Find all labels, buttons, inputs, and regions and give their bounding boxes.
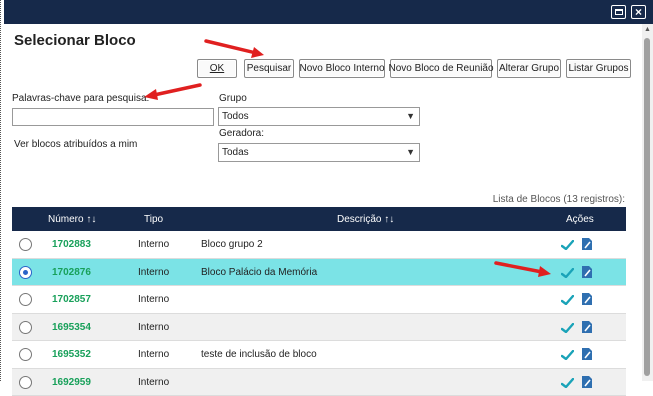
edit-document-icon[interactable] bbox=[581, 320, 593, 334]
table-caption: Lista de Blocos (13 registros): bbox=[420, 194, 625, 205]
row-radio[interactable] bbox=[19, 238, 32, 251]
row-radio[interactable] bbox=[19, 348, 32, 361]
include-in-block-icon[interactable] bbox=[561, 240, 574, 250]
search-button-label: Pesquisar bbox=[247, 63, 291, 74]
include-in-block-icon[interactable] bbox=[561, 323, 574, 333]
table-row[interactable]: 1702857 Interno bbox=[12, 286, 626, 314]
ok-button-label: OK bbox=[210, 63, 224, 74]
ok-button[interactable]: OK bbox=[197, 59, 237, 78]
new-meeting-block-button[interactable]: Novo Bloco de Reunião bbox=[390, 59, 492, 78]
block-type: Interno bbox=[138, 294, 169, 305]
keywords-input[interactable] bbox=[12, 108, 214, 126]
table-body: 1702883 Interno Bloco grupo 2 1702876 Intern… bbox=[12, 231, 626, 396]
edit-document-icon[interactable] bbox=[581, 292, 593, 306]
header-type: Tipo bbox=[144, 214, 163, 225]
list-groups-button[interactable]: Listar Grupos bbox=[566, 59, 631, 78]
new-meeting-block-label: Novo Bloco de Reunião bbox=[388, 63, 493, 74]
block-description: Bloco Palácio da Memória bbox=[201, 267, 317, 278]
include-in-block-icon[interactable] bbox=[561, 378, 574, 388]
header-actions: Ações bbox=[566, 214, 594, 225]
block-number-link[interactable]: 1702883 bbox=[52, 239, 91, 250]
block-type: Interno bbox=[138, 239, 169, 250]
table-row[interactable]: 1692959 Interno bbox=[12, 369, 626, 396]
annotation-arrow bbox=[204, 38, 266, 60]
group-label: Grupo bbox=[219, 93, 247, 104]
block-description: teste de inclusão de bloco bbox=[201, 349, 317, 360]
sort-icon[interactable]: ↑↓ bbox=[384, 214, 394, 225]
keywords-label: Palavras-chave para pesquisa: bbox=[12, 93, 149, 104]
page-title: Selecionar Bloco bbox=[14, 32, 136, 49]
maximize-icon[interactable] bbox=[611, 5, 626, 19]
generator-select[interactable]: Todas ▼ bbox=[218, 143, 420, 162]
block-number-link[interactable]: 1695354 bbox=[52, 322, 91, 333]
chevron-down-icon: ▼ bbox=[406, 111, 415, 121]
edit-document-icon[interactable] bbox=[581, 375, 593, 389]
edit-document-icon[interactable] bbox=[581, 265, 593, 279]
annotation-arrow bbox=[494, 260, 554, 280]
table-row[interactable]: 1702883 Interno Bloco grupo 2 bbox=[12, 231, 626, 259]
header-number-label: Número bbox=[48, 214, 84, 225]
group-select[interactable]: Todos ▼ bbox=[218, 107, 420, 126]
block-type: Interno bbox=[138, 322, 169, 333]
group-select-value: Todos bbox=[222, 111, 249, 122]
block-description: Bloco grupo 2 bbox=[201, 239, 263, 250]
dialog-window: × Selecionar Bloco OK Pesquisar Novo Blo… bbox=[0, 0, 653, 381]
block-number-link[interactable]: 1702876 bbox=[52, 267, 91, 278]
block-number-link[interactable]: 1702857 bbox=[52, 294, 91, 305]
assigned-to-me-link[interactable]: Ver blocos atribuídos a mim bbox=[14, 139, 137, 150]
blocks-table: Número ↑↓ Tipo Descrição ↑↓ Ações 170288… bbox=[12, 207, 626, 396]
block-type: Interno bbox=[138, 267, 169, 278]
new-internal-block-button[interactable]: Novo Bloco Interno bbox=[299, 59, 385, 78]
include-in-block-icon[interactable] bbox=[561, 268, 574, 278]
row-radio[interactable] bbox=[19, 376, 32, 389]
row-radio[interactable] bbox=[19, 266, 32, 279]
scroll-up-icon[interactable]: ▲ bbox=[643, 26, 652, 34]
header-description-label: Descrição bbox=[337, 214, 381, 225]
generator-select-value: Todas bbox=[222, 147, 249, 158]
annotation-arrow bbox=[142, 82, 202, 102]
new-internal-block-label: Novo Bloco Interno bbox=[299, 63, 384, 74]
sort-icon[interactable]: ↑↓ bbox=[86, 214, 96, 225]
chevron-down-icon: ▼ bbox=[406, 147, 415, 157]
block-type: Interno bbox=[138, 377, 169, 388]
generator-label: Geradora: bbox=[219, 128, 264, 139]
table-header: Número ↑↓ Tipo Descrição ↑↓ Ações bbox=[12, 207, 626, 231]
row-radio[interactable] bbox=[19, 321, 32, 334]
table-row[interactable]: 1695354 Interno bbox=[12, 314, 626, 342]
include-in-block-icon[interactable] bbox=[561, 350, 574, 360]
close-icon[interactable]: × bbox=[631, 5, 646, 19]
block-number-link[interactable]: 1692959 bbox=[52, 377, 91, 388]
row-radio[interactable] bbox=[19, 293, 32, 306]
block-type: Interno bbox=[138, 349, 169, 360]
alter-group-button[interactable]: Alterar Grupo bbox=[497, 59, 561, 78]
block-number-link[interactable]: 1695352 bbox=[52, 349, 91, 360]
search-button[interactable]: Pesquisar bbox=[244, 59, 294, 78]
header-number[interactable]: Número ↑↓ bbox=[48, 214, 96, 225]
list-groups-label: Listar Grupos bbox=[568, 63, 628, 74]
alter-group-label: Alterar Grupo bbox=[499, 63, 559, 74]
edit-document-icon[interactable] bbox=[581, 347, 593, 361]
edit-document-icon[interactable] bbox=[581, 237, 593, 251]
window-edge bbox=[0, 0, 3, 381]
table-row[interactable]: 1695352 Interno teste de inclusão de bloco bbox=[12, 341, 626, 369]
header-description[interactable]: Descrição ↑↓ bbox=[337, 214, 394, 225]
include-in-block-icon[interactable] bbox=[561, 295, 574, 305]
window-titlebar: × bbox=[4, 0, 653, 24]
scrollbar-thumb[interactable] bbox=[644, 38, 650, 376]
